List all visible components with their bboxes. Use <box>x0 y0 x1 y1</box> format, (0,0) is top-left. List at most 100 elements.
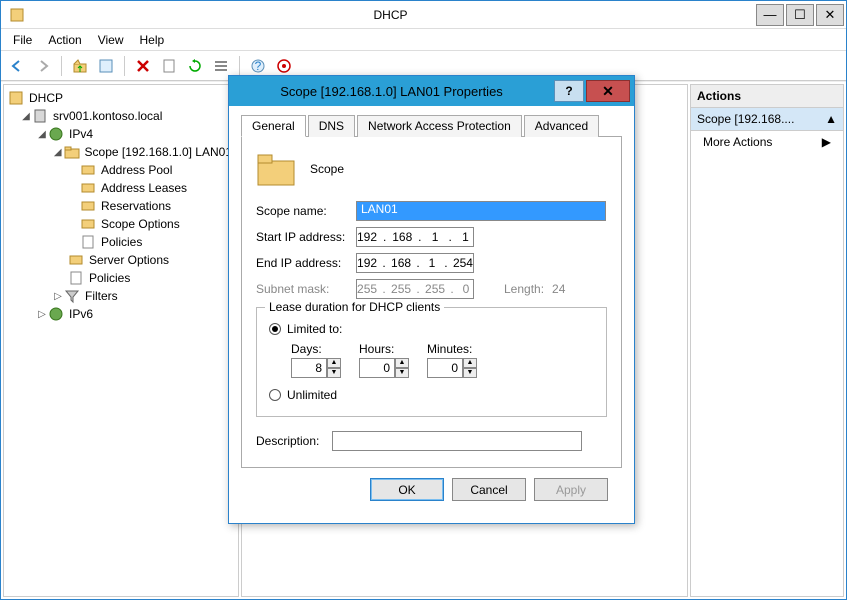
options-icon <box>80 216 96 232</box>
tree-server-options[interactable]: Server Options <box>8 251 234 269</box>
ipv4-icon <box>48 126 64 142</box>
window-title: DHCP <box>25 8 756 22</box>
scope-folder-icon <box>256 151 296 187</box>
properties-dialog: Scope [192.168.1.0] LAN01 Properties ? ✕… <box>228 75 635 524</box>
pool-icon <box>80 162 96 178</box>
actions-panel: Actions Scope [192.168.... ▲ More Action… <box>690 84 844 597</box>
menubar: File Action View Help <box>1 29 846 51</box>
scope-name-label: Scope name: <box>256 204 356 218</box>
maximize-button[interactable]: ☐ <box>786 4 814 26</box>
expand-icon[interactable]: ▷ <box>52 291 64 302</box>
menu-view[interactable]: View <box>90 31 132 49</box>
expand-icon[interactable]: ◢ <box>36 129 48 140</box>
server-options-icon <box>68 252 84 268</box>
expand-icon[interactable]: ◢ <box>20 111 32 122</box>
tree-scope[interactable]: ◢ Scope [192.168.1.0] LAN01 <box>8 143 234 161</box>
server-icon <box>32 108 48 124</box>
app-icon <box>9 7 25 23</box>
forward-button[interactable] <box>31 54 55 78</box>
tree-address-pool[interactable]: Address Pool <box>8 161 234 179</box>
refresh-button[interactable] <box>183 54 207 78</box>
tree-server[interactable]: ◢ srv001.kontoso.local <box>8 107 234 125</box>
tree-panel: DHCP ◢ srv001.kontoso.local ◢ IPv4 ◢ Sco… <box>3 84 239 597</box>
reservations-icon <box>80 198 96 214</box>
close-button[interactable]: ✕ <box>816 4 844 26</box>
collapse-icon: ▲ <box>825 112 837 126</box>
menu-action[interactable]: Action <box>40 31 89 49</box>
description-input[interactable] <box>332 431 582 451</box>
spin-up-icon[interactable]: ▲ <box>395 358 409 368</box>
tree-reservations[interactable]: Reservations <box>8 197 234 215</box>
filters-icon <box>64 288 80 304</box>
spin-up-icon[interactable]: ▲ <box>327 358 341 368</box>
days-spinner[interactable]: 8 ▲▼ <box>291 358 341 378</box>
tree-ipv4[interactable]: ◢ IPv4 <box>8 125 234 143</box>
tab-dns[interactable]: DNS <box>308 115 355 137</box>
lease-fieldset: Lease duration for DHCP clients Limited … <box>256 307 607 417</box>
end-ip-input[interactable]: 192.168.1.254 <box>356 253 474 273</box>
export-button[interactable] <box>157 54 181 78</box>
spin-down-icon[interactable]: ▼ <box>463 368 477 378</box>
start-ip-input[interactable]: 192.168.1.1 <box>356 227 474 247</box>
ipv6-icon <box>48 306 64 322</box>
dialog-close-button[interactable]: ✕ <box>586 80 630 102</box>
minutes-spinner[interactable]: 0 ▲▼ <box>427 358 477 378</box>
back-button[interactable] <box>5 54 29 78</box>
description-label: Description: <box>256 434 332 448</box>
menu-file[interactable]: File <box>5 31 40 49</box>
tab-advanced[interactable]: Advanced <box>524 115 599 137</box>
dhcp-icon <box>8 90 24 106</box>
subnet-input: 255.255.255.0 <box>356 279 474 299</box>
dialog-help-button[interactable]: ? <box>554 80 584 102</box>
folder-icon <box>64 144 80 160</box>
cancel-button[interactable]: Cancel <box>452 478 526 501</box>
help-button[interactable]: ? <box>246 54 270 78</box>
tab-nap[interactable]: Network Access Protection <box>357 115 522 137</box>
end-ip-label: End IP address: <box>256 256 356 270</box>
actions-scope-header[interactable]: Scope [192.168.... ▲ <box>691 108 843 131</box>
subnet-label: Subnet mask: <box>256 282 356 296</box>
lease-legend: Lease duration for DHCP clients <box>265 300 444 314</box>
spin-down-icon[interactable]: ▼ <box>327 368 341 378</box>
up-button[interactable] <box>68 54 92 78</box>
ok-button[interactable]: OK <box>370 478 444 501</box>
days-label: Days: <box>291 342 341 356</box>
tree-policies[interactable]: Policies <box>8 269 234 287</box>
minutes-label: Minutes: <box>427 342 477 356</box>
list-button[interactable] <box>209 54 233 78</box>
leases-icon <box>80 180 96 196</box>
spin-down-icon[interactable]: ▼ <box>395 368 409 378</box>
scope-heading: Scope <box>310 162 344 176</box>
tree-address-leases[interactable]: Address Leases <box>8 179 234 197</box>
radio-unlimited[interactable]: Unlimited <box>269 388 594 402</box>
policies-icon <box>80 234 96 250</box>
delete-button[interactable] <box>131 54 155 78</box>
apply-button[interactable]: Apply <box>534 478 608 501</box>
tree-root[interactable]: DHCP <box>8 89 234 107</box>
start-ip-label: Start IP address: <box>256 230 356 244</box>
dialog-title: Scope [192.168.1.0] LAN01 Properties <box>229 84 554 99</box>
scope-name-input[interactable]: LAN01 <box>356 201 606 221</box>
tree-ipv6[interactable]: ▷ IPv6 <box>8 305 234 323</box>
tab-general[interactable]: General <box>241 115 306 137</box>
tree-filters[interactable]: ▷ Filters <box>8 287 234 305</box>
expand-icon[interactable]: ▷ <box>36 309 48 320</box>
expand-icon[interactable]: ◢ <box>52 147 64 158</box>
properties-button[interactable] <box>94 54 118 78</box>
action-icon[interactable] <box>272 54 296 78</box>
hours-label: Hours: <box>359 342 409 356</box>
menu-help[interactable]: Help <box>132 31 173 49</box>
policies-icon <box>68 270 84 286</box>
radio-icon <box>269 323 281 335</box>
titlebar: DHCP — ☐ ✕ <box>1 1 846 29</box>
actions-more[interactable]: More Actions ▶ <box>691 131 843 153</box>
length-label: Length: <box>504 282 544 296</box>
hours-spinner[interactable]: 0 ▲▼ <box>359 358 409 378</box>
radio-limited[interactable]: Limited to: <box>269 322 594 336</box>
actions-header: Actions <box>691 85 843 108</box>
tree-scope-options[interactable]: Scope Options <box>8 215 234 233</box>
minimize-button[interactable]: — <box>756 4 784 26</box>
spin-up-icon[interactable]: ▲ <box>463 358 477 368</box>
chevron-right-icon: ▶ <box>822 135 831 149</box>
tree-scope-policies[interactable]: Policies <box>8 233 234 251</box>
